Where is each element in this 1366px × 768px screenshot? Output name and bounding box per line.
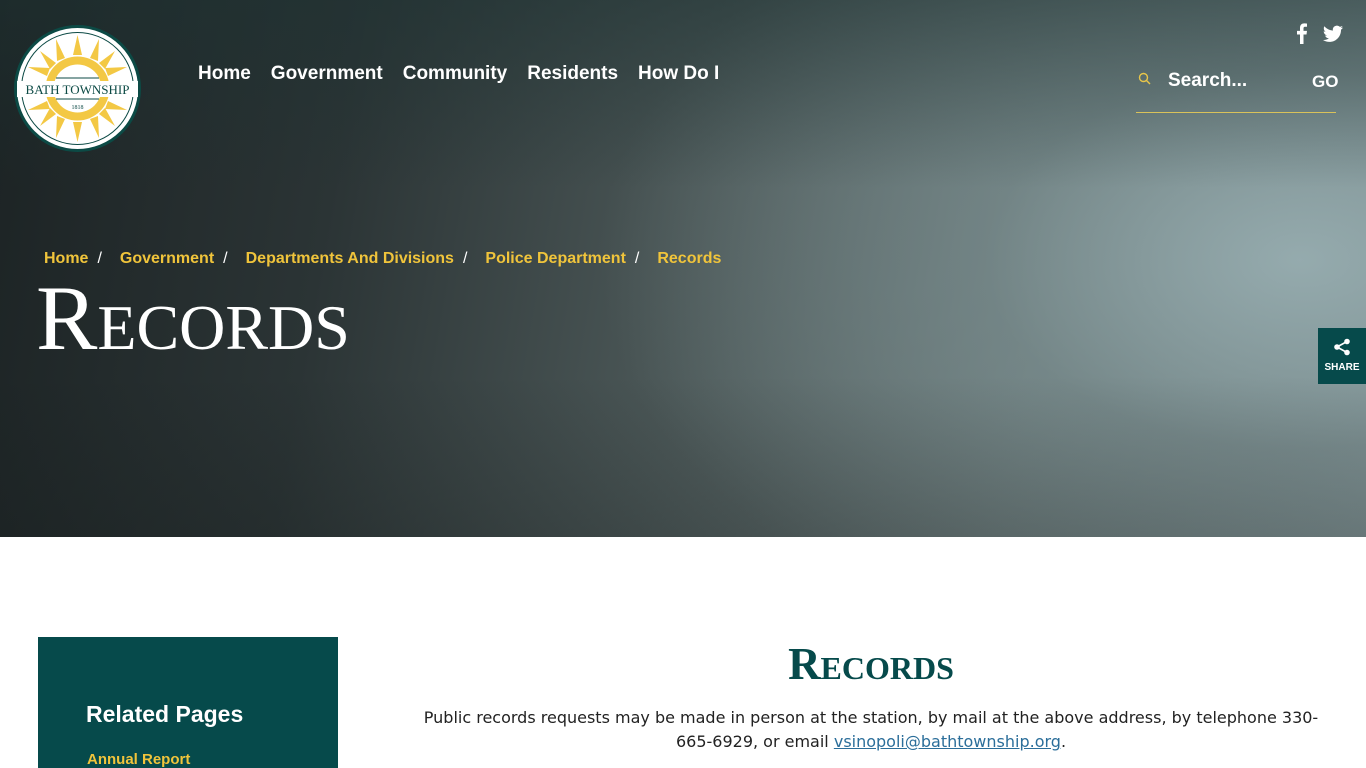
nav-community[interactable]: Community (403, 63, 508, 85)
breadcrumb-separator: / (97, 250, 102, 267)
breadcrumb-separator: / (223, 250, 228, 267)
related-link-annual-report[interactable]: Annual Report (87, 751, 190, 768)
svg-text:BATH TOWNSHIP: BATH TOWNSHIP (26, 82, 130, 97)
breadcrumb: Home / Government / Departments And Divi… (44, 250, 721, 268)
nav-residents[interactable]: Residents (527, 63, 618, 85)
email-link[interactable]: vsinopoli@bathtownship.org (834, 732, 1061, 751)
share-icon (1333, 338, 1351, 356)
breadcrumb-separator: / (462, 250, 468, 267)
main-nav: Home Government Community Residents How … (188, 63, 729, 85)
content-title: Records (788, 639, 954, 689)
related-pages-panel: Related Pages Annual Report (38, 637, 338, 768)
twitter-icon[interactable] (1323, 22, 1343, 44)
logo-seal-icon: BATH TOWNSHIP 1818 (14, 25, 141, 152)
content-paragraph: Public records requests may be made in p… (420, 706, 1322, 754)
breadcrumb-separator: / (634, 250, 640, 267)
nav-how-do-i[interactable]: How Do I (638, 63, 719, 85)
content-text-end: . (1060, 732, 1067, 751)
breadcrumb-departments[interactable]: Departments And Divisions (246, 250, 454, 268)
search-go-button[interactable]: GO (1312, 72, 1338, 92)
breadcrumb-police-department[interactable]: Police Department (485, 250, 625, 268)
page-title: Records (36, 267, 350, 369)
social-links (1293, 22, 1343, 44)
bath-township-logo[interactable]: BATH TOWNSHIP 1818 (14, 25, 141, 152)
facebook-icon[interactable] (1293, 22, 1311, 44)
svg-text:1818: 1818 (72, 105, 84, 111)
search-box: GO (1136, 62, 1338, 113)
breadcrumb-government[interactable]: Government (120, 250, 214, 268)
nav-government[interactable]: Government (271, 63, 383, 85)
breadcrumb-home[interactable]: Home (44, 250, 88, 268)
related-pages-heading: Related Pages (86, 701, 244, 727)
search-input[interactable] (1168, 66, 1298, 96)
nav-home[interactable]: Home (198, 63, 251, 85)
share-label: SHARE (1324, 362, 1360, 373)
share-button[interactable]: SHARE (1318, 328, 1366, 384)
search-icon[interactable] (1138, 72, 1152, 86)
breadcrumb-records[interactable]: Records (657, 250, 721, 268)
